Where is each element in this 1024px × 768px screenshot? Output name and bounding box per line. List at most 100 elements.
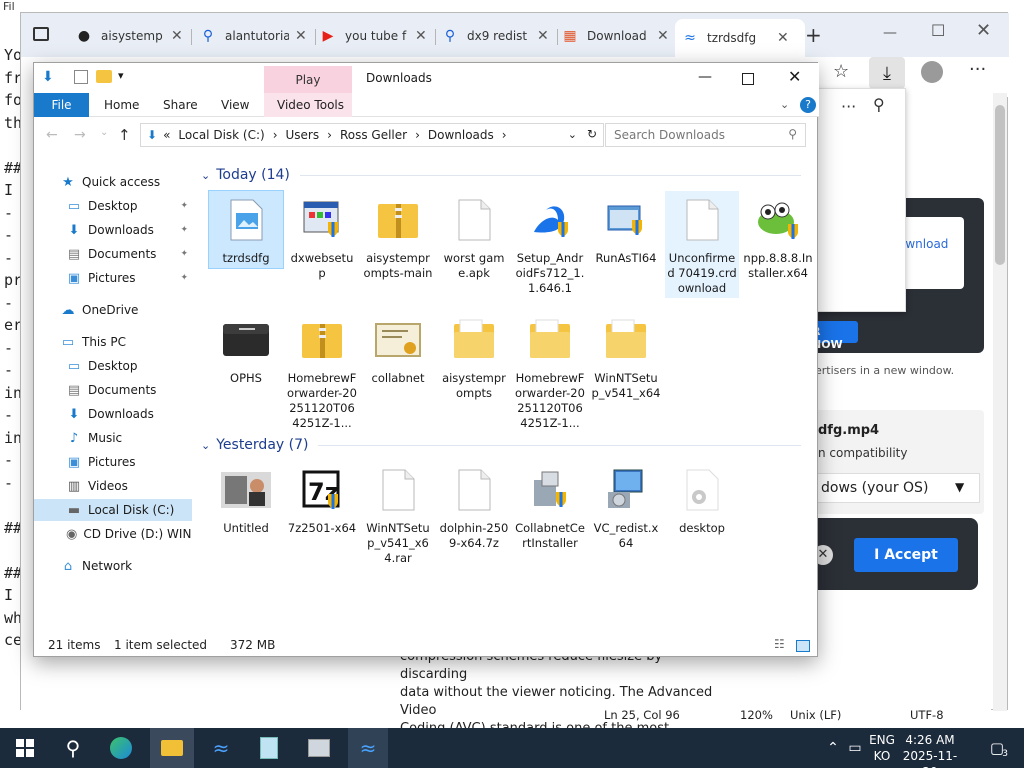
- file-item[interactable]: RunAsTI64: [589, 191, 663, 268]
- file-item[interactable]: Setup_AndroidFs712_1.1.646.1: [513, 191, 587, 298]
- browser-tab-3[interactable]: ▶ you tube f ✕: [313, 23, 431, 49]
- ribbon-expand-icon[interactable]: ⌄: [780, 98, 789, 111]
- close-browser-button[interactable]: ✕: [976, 20, 991, 41]
- file-item[interactable]: desktop: [665, 461, 739, 538]
- browser-tab-6[interactable]: ≈ tzrdsdfg ✕: [675, 19, 805, 57]
- favorites-icon[interactable]: ☆: [833, 61, 849, 82]
- os-select[interactable]: dows (your OS): [800, 473, 980, 503]
- file-item[interactable]: OPHS: [209, 311, 283, 388]
- breadcrumb-downloads[interactable]: Downloads: [428, 128, 494, 142]
- file-item[interactable]: collabnet: [361, 311, 435, 388]
- file-item[interactable]: tzrdsdfg: [208, 190, 284, 269]
- back-arrow-icon[interactable]: ←: [46, 127, 58, 143]
- nav-item-local-disk-c-[interactable]: ▬ Local Disk (C:): [34, 499, 192, 521]
- tab-share[interactable]: Share: [163, 98, 198, 112]
- address-bar[interactable]: ⬇ « Local Disk (C:) › Users › Ross Gelle…: [140, 123, 604, 147]
- maximize-browser-button[interactable]: ☐: [931, 21, 945, 40]
- file-item[interactable]: Unconfirmed 70419.crdownload: [665, 191, 739, 298]
- clock[interactable]: 4:26 AM 2025-11-20: [898, 732, 962, 768]
- file-item[interactable]: WinNTSetup_v541_x64: [589, 311, 663, 403]
- file-item[interactable]: 7z 7z2501-x64: [285, 461, 359, 538]
- installer-app-icon[interactable]: [306, 735, 332, 761]
- tab-actions-icon[interactable]: [33, 27, 49, 41]
- nav-item-onedrive[interactable]: ☁ OneDrive: [34, 299, 192, 321]
- nav-item-pictures[interactable]: ▣ Pictures: [34, 451, 192, 473]
- tab-video-tools[interactable]: Video Tools: [277, 98, 344, 112]
- file-item[interactable]: dolphin-2509-x64.7z: [437, 461, 511, 553]
- chevron-right-icon[interactable]: ›: [273, 128, 278, 142]
- file-item[interactable]: npp.8.8.8.Installer.x64: [741, 191, 815, 283]
- swan-app-icon[interactable]: ≈: [208, 735, 234, 761]
- tab-view[interactable]: View: [221, 98, 249, 112]
- network-tray-icon[interactable]: ▭: [842, 735, 868, 761]
- close-icon[interactable]: ✕: [657, 28, 669, 44]
- notepad-icon[interactable]: [256, 735, 282, 761]
- search-input[interactable]: Search Downloads ⚲: [605, 123, 806, 147]
- file-item[interactable]: Untitled: [209, 461, 283, 538]
- file-item[interactable]: HomebrewForwarder-20251120T064251Z-1...: [513, 311, 587, 433]
- pin-icon[interactable]: ⚲: [873, 95, 885, 114]
- nav-item-cd-drive-d-win8l[interactable]: ◉ CD Drive (D:) WIN8L: [34, 523, 192, 545]
- breadcrumb-users[interactable]: Users: [286, 128, 320, 142]
- minimize-button[interactable]: —: [698, 69, 712, 85]
- chevron-right-icon[interactable]: ›: [502, 128, 507, 142]
- breadcrumb-local-disk[interactable]: Local Disk (C:): [178, 128, 264, 142]
- maximize-button[interactable]: [742, 73, 754, 85]
- start-icon[interactable]: [12, 735, 38, 761]
- nav-item-desktop[interactable]: ▭ Desktop ✦: [34, 195, 192, 217]
- edge-icon[interactable]: [108, 735, 134, 761]
- browser-tab-5[interactable]: ▦ Download ✕: [555, 23, 673, 49]
- close-icon[interactable]: ✕: [295, 28, 307, 44]
- chevron-down-icon[interactable]: ▼: [955, 480, 964, 494]
- properties-icon[interactable]: [74, 70, 88, 84]
- new-folder-icon[interactable]: [96, 70, 112, 83]
- tab-home[interactable]: Home: [104, 98, 139, 112]
- browser-tab-1[interactable]: ● aisystemp ✕: [69, 23, 187, 49]
- new-tab-button[interactable]: +: [805, 23, 822, 47]
- notification-icon[interactable]: ▢ 3: [984, 735, 1010, 761]
- file-item[interactable]: VC_redist.x64: [589, 461, 663, 553]
- file-item[interactable]: aisystemprompts-main: [361, 191, 435, 283]
- chevron-right-icon[interactable]: ›: [327, 128, 332, 142]
- nav-item-music[interactable]: ♪ Music: [34, 427, 192, 449]
- nav-item-quick-access[interactable]: ★ Quick access: [34, 171, 192, 193]
- nav-item-downloads[interactable]: ⬇ Downloads: [34, 403, 192, 425]
- forward-arrow-icon[interactable]: →: [74, 127, 86, 143]
- file-item[interactable]: WinNTSetup_v541_x64.rar: [361, 461, 435, 568]
- nav-item-network[interactable]: ⌂ Network: [34, 555, 192, 577]
- search-icon[interactable]: ⚲: [60, 735, 86, 761]
- minimize-browser-button[interactable]: —: [883, 25, 897, 41]
- file-explorer-taskbar-icon[interactable]: [150, 728, 194, 768]
- help-icon[interactable]: ?: [800, 97, 816, 113]
- close-icon[interactable]: ✕: [777, 30, 789, 46]
- file-item[interactable]: CollabnetCertInstaller: [513, 461, 587, 553]
- input-language[interactable]: ENG KO: [866, 732, 898, 764]
- nav-item-pictures[interactable]: ▣ Pictures ✦: [34, 267, 192, 289]
- up-arrow-icon[interactable]: ↑: [118, 126, 131, 144]
- address-dropdown-icon[interactable]: ⌄: [568, 128, 577, 141]
- tab-file[interactable]: File: [34, 93, 89, 117]
- qat-dropdown-icon[interactable]: ▾: [118, 69, 124, 82]
- profile-avatar[interactable]: [921, 61, 943, 83]
- chevron-right-icon[interactable]: ›: [415, 128, 420, 142]
- group-header[interactable]: ⌄ Yesterday (7): [201, 437, 801, 453]
- file-item[interactable]: worst game.apk: [437, 191, 511, 283]
- close-icon[interactable]: ✕: [171, 28, 183, 44]
- nav-item-documents[interactable]: ▤ Documents ✦: [34, 243, 192, 265]
- large-icons-view-icon[interactable]: [796, 640, 810, 652]
- more-menu-icon[interactable]: ···: [969, 59, 986, 80]
- scrollbar-thumb[interactable]: [995, 105, 1005, 265]
- close-icon[interactable]: ✕: [415, 28, 427, 44]
- close-icon[interactable]: ✕: [537, 28, 549, 44]
- breadcrumb-overflow[interactable]: «: [163, 128, 170, 142]
- details-view-icon[interactable]: ☷: [774, 637, 785, 651]
- nav-item-this-pc[interactable]: ▭ This PC: [34, 331, 192, 353]
- file-item[interactable]: dxwebsetup: [285, 191, 359, 283]
- page-scrollbar[interactable]: [993, 93, 1007, 711]
- recent-dropdown-icon[interactable]: ⌄: [100, 127, 108, 138]
- browser-tab-4[interactable]: ⚲ dx9 redist ✕: [435, 23, 553, 49]
- breadcrumb-ross-geller[interactable]: Ross Geller: [340, 128, 407, 142]
- play-context-tab[interactable]: Play: [264, 66, 352, 93]
- flyout-more-icon[interactable]: ···: [841, 97, 856, 116]
- file-item[interactable]: aisystemprompts: [437, 311, 511, 403]
